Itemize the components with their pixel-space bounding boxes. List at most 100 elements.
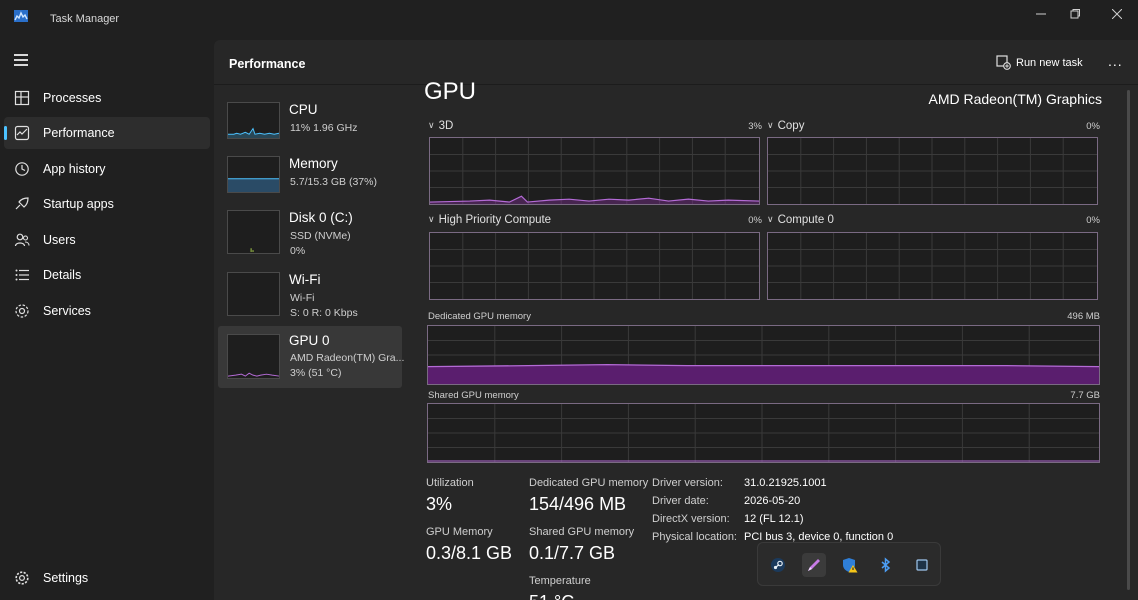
- startup-icon: [15, 197, 29, 210]
- performance-icon: [14, 125, 30, 141]
- engine-percent: 3%: [748, 121, 762, 132]
- engine-selector-compute-0[interactable]: ∨ Compute 0: [767, 214, 834, 226]
- device-memory[interactable]: Memory 5.7/15.3 GB (37%): [218, 150, 402, 210]
- device-name: CPU: [289, 102, 318, 117]
- tray-item-window[interactable]: [910, 553, 934, 577]
- nav-item-users[interactable]: Users: [4, 224, 210, 256]
- nav-item-label: App history: [43, 162, 106, 176]
- device-wifi[interactable]: Wi-Fi Wi-Fi S: 0 R: 0 Kbps: [218, 266, 402, 326]
- shared-memory-label: Shared GPU memory: [529, 526, 635, 538]
- nav-item-details[interactable]: Details: [4, 259, 210, 291]
- device-gpu[interactable]: GPU 0 AMD Radeon(TM) Gra... 3% (51 °C): [218, 326, 404, 388]
- gpu-thumbnail-graph: [227, 334, 280, 379]
- chevron-down-icon: ∨: [428, 120, 435, 130]
- window-icon: [916, 559, 928, 571]
- processes-icon: [14, 90, 30, 106]
- dedicated-memory-label: Dedicated GPU memory: [529, 477, 649, 489]
- maximize-button[interactable]: [1052, 0, 1098, 28]
- nav-item-label: Details: [43, 268, 82, 282]
- wifi-thumbnail-graph: [227, 272, 280, 316]
- close-button[interactable]: [1094, 0, 1138, 28]
- nav-item-label: Users: [43, 233, 76, 247]
- device-detail: 5.7/15.3 GB (37%): [290, 176, 377, 188]
- engine-selector-high-priority-compute[interactable]: ∨ High Priority Compute: [428, 214, 551, 226]
- engine-label: Copy: [777, 120, 805, 132]
- device-cpu[interactable]: CPU 11% 1.96 GHz: [218, 96, 402, 156]
- engine-graph-copy: [767, 137, 1098, 205]
- device-disk[interactable]: Disk 0 (C:) SSD (NVMe) 0%: [218, 204, 402, 264]
- engine-percent: 0%: [1086, 121, 1100, 132]
- pen-icon: [808, 559, 820, 571]
- nav-item-label: Services: [43, 304, 91, 318]
- shared-memory-value: 0.1/7.7 GB: [529, 543, 616, 563]
- tray-item-bluetooth[interactable]: [874, 553, 898, 577]
- steam-icon: [771, 558, 785, 572]
- more-options-button[interactable]: ...: [1108, 53, 1123, 69]
- nav-item-label: Processes: [43, 91, 102, 105]
- tray-item-security[interactable]: [838, 553, 862, 577]
- chevron-down-icon: ∨: [767, 214, 774, 224]
- nav-item-performance[interactable]: Performance: [4, 117, 210, 149]
- device-name: Memory: [289, 156, 338, 171]
- engine-selector-copy[interactable]: ∨ Copy: [767, 120, 804, 132]
- minimize-icon: [1036, 13, 1046, 15]
- engine-percent: 0%: [1086, 215, 1100, 226]
- services-icon: [15, 304, 29, 318]
- driver-date-label: Driver date:: [652, 495, 709, 507]
- title-bar: Task Manager: [0, 0, 1138, 40]
- utilization-value: 3%: [426, 494, 453, 514]
- tray-overflow-popup: [757, 542, 941, 586]
- device-name: Disk 0 (C:): [289, 210, 353, 225]
- nav-item-app-history[interactable]: App history: [4, 153, 210, 185]
- close-icon: [1111, 8, 1123, 20]
- driver-version-value: 31.0.21925.1001: [744, 477, 827, 489]
- active-indicator: [4, 126, 7, 140]
- bluetooth-icon: [881, 557, 891, 573]
- engine-graph-high-priority-compute: [429, 232, 760, 300]
- nav-item-services[interactable]: Services: [4, 295, 210, 327]
- dedicated-memory-max: 496 MB: [1067, 311, 1100, 322]
- physical-location-label: Physical location:: [652, 531, 737, 543]
- engine-selector-3d[interactable]: ∨ 3D: [428, 120, 453, 132]
- directx-version-label: DirectX version:: [652, 513, 730, 525]
- dedicated-memory-graph: [427, 325, 1100, 385]
- hamburger-menu-icon[interactable]: [14, 54, 28, 69]
- tray-item-pen[interactable]: [802, 553, 826, 577]
- memory-thumbnail-graph: [227, 156, 280, 193]
- window-title: Task Manager: [50, 13, 120, 25]
- settings-gear-icon: [15, 571, 29, 585]
- device-detail: SSD (NVMe): [290, 230, 351, 242]
- dedicated-memory-value: 154/496 MB: [529, 494, 627, 514]
- device-usage: 0%: [290, 245, 306, 257]
- shield-warning-icon: [843, 558, 858, 573]
- driver-date-value: 2026-05-20: [744, 495, 801, 507]
- nav-item-startup-apps[interactable]: Startup apps: [4, 188, 210, 220]
- navigation-pane: Processes Performance App history Startu…: [0, 40, 214, 600]
- history-icon: [15, 162, 29, 176]
- gpu-model-name: AMD Radeon(TM) Graphics: [928, 91, 1103, 107]
- page-title: Performance: [229, 57, 306, 71]
- run-task-icon: [996, 55, 1011, 70]
- temperature-value: 51 °C: [529, 592, 574, 600]
- engine-percent: 0%: [748, 215, 762, 226]
- engine-label: High Priority Compute: [438, 214, 552, 226]
- engine-graph-3d: [429, 137, 760, 205]
- engine-graph-compute-0: [767, 232, 1098, 300]
- chevron-down-icon: ∨: [767, 120, 774, 130]
- cpu-thumbnail-graph: [227, 102, 280, 139]
- disk-thumbnail-graph: [227, 210, 280, 254]
- nav-item-label: Startup apps: [43, 197, 114, 211]
- shared-memory-graph: [427, 403, 1100, 463]
- gpu-memory-value: 0.3/8.1 GB: [426, 543, 513, 563]
- nav-item-settings[interactable]: Settings: [4, 563, 210, 593]
- run-new-task-button[interactable]: Run new task: [994, 54, 1084, 74]
- users-icon: [14, 233, 30, 247]
- gpu-memory-label: GPU Memory: [426, 526, 493, 538]
- nav-item-processes[interactable]: Processes: [4, 82, 210, 114]
- directx-version-value: 12 (FL 12.1): [744, 513, 804, 525]
- scrollbar[interactable]: [1127, 90, 1130, 590]
- device-throughput: S: 0 R: 0 Kbps: [290, 307, 358, 319]
- engine-label: Compute 0: [777, 214, 834, 226]
- settings-label: Settings: [43, 571, 89, 585]
- tray-item-steam[interactable]: [766, 553, 790, 577]
